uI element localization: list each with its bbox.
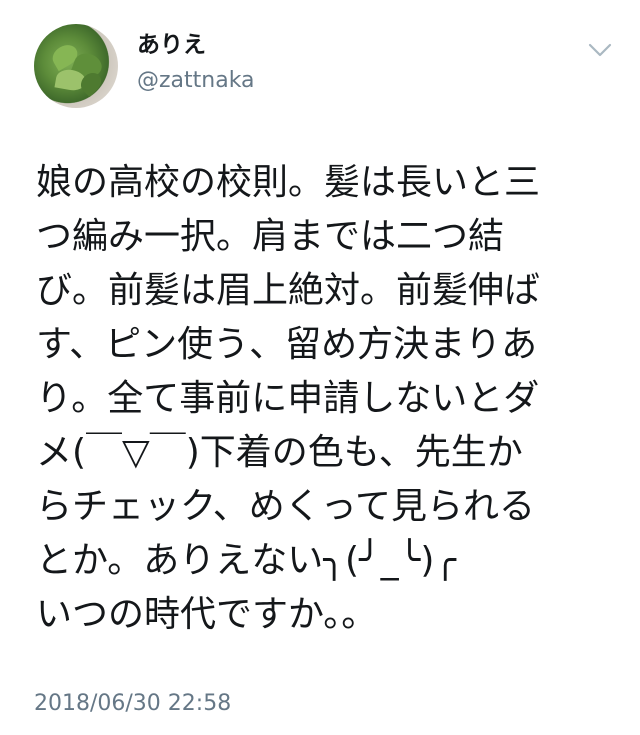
tweet-text-line: 娘の高校の校則。髪は長いと三 [36,162,541,203]
tweet-text-line: らチェック、めくって見られる [36,486,535,527]
tweet-text-line: メ(￣▽￣)下着の色も、先生か [36,432,523,473]
tweet-menu-button[interactable] [586,40,614,60]
chevron-down-icon [588,43,612,57]
avatar[interactable] [34,24,118,108]
tweet-text-line: り。全て事前に申請しないとダ [36,378,540,419]
tweet-card: ありえ @zattnaka 娘の高校の校則。髪は長いと三 つ編み一択。肩までは二… [0,0,640,735]
tweet-text-line: つ編み一択。肩までは二つ結 [36,216,505,257]
tweet-text-line: とか。ありえない╮(╯_╰)╭ [36,540,457,581]
tweet-text-line: いつの時代ですか。。 [36,594,378,635]
user-handle[interactable]: @zattnaka [137,70,255,92]
tweet-text-line: す、ピン使う、留め方決まりあ [36,324,538,365]
tweet-timestamp[interactable]: 2018/06/30 22:58 [34,693,231,715]
tweet-text-line: び。前髪は眉上絶対。前髪伸ば [36,270,541,311]
tweet-text: 娘の高校の校則。髪は長いと三 つ編み一択。肩までは二つ結 び。前髪は眉上絶対。前… [36,156,596,642]
display-name[interactable]: ありえ [137,34,206,57]
